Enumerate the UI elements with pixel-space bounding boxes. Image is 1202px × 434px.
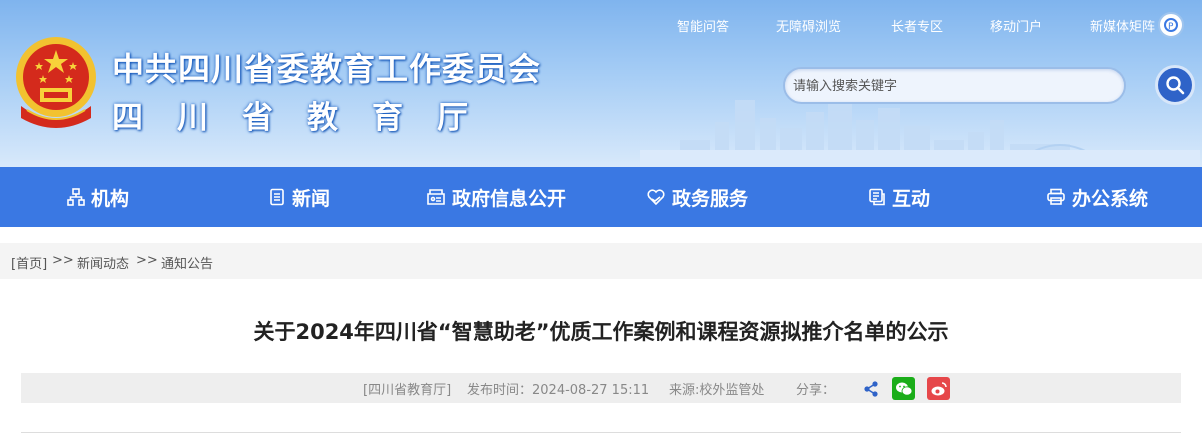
nav-item-news[interactable]: 新闻 [268, 167, 330, 227]
share-icon [863, 380, 878, 397]
weibo-icon [931, 381, 947, 395]
open-info-icon [427, 189, 445, 205]
chat-icon [869, 188, 885, 206]
news-icon [270, 188, 284, 206]
nav-item-services[interactable]: 政务服务 [646, 167, 748, 227]
breadcrumb-notice[interactable]: 通知公告 [161, 253, 213, 272]
new-media-icon[interactable]: P [1158, 12, 1184, 38]
nav-item-open-info[interactable]: 政府信息公开 [426, 167, 566, 227]
site-title: 中共四川省委教育工作委员会 [112, 50, 542, 88]
nav-item-label: 办公系统 [1072, 187, 1149, 210]
share-label: 分享： [796, 383, 836, 398]
share-button[interactable] [859, 377, 882, 400]
top-link-elderly[interactable]: 长者专区 [891, 16, 943, 35]
nav-item-label: 机构 [91, 187, 130, 210]
search-input[interactable] [793, 76, 1113, 96]
site-subtitle: 四川省教育厅 [112, 100, 502, 136]
article-publish-time: 发布时间：2024-08-27 15:11 [467, 383, 650, 398]
breadcrumb-separator: >> [52, 253, 74, 268]
article-title: 关于2024年四川省“智慧助老”优质工作案例和课程资源拟推介名单的公示 [253, 320, 949, 344]
site-header: 中共四川省委教育工作委员会 四川省教育厅 智能问答 无障碍浏览 长者专区 移动门… [0, 0, 1202, 167]
nav-item-office[interactable]: 办公系统 [1046, 167, 1148, 227]
content-divider [21, 432, 1181, 433]
breadcrumb-news[interactable]: 新闻动态 [77, 253, 129, 272]
nav-item-label: 政府信息公开 [452, 187, 567, 210]
share-wechat-button[interactable] [892, 377, 915, 400]
top-link-accessibility[interactable]: 无障碍浏览 [776, 16, 841, 35]
top-link-new-media[interactable]: 新媒体矩阵 [1090, 16, 1155, 35]
article-source: [四川省教育厅] [363, 383, 452, 398]
heart-hand-icon [647, 189, 665, 206]
nav-item-label: 互动 [892, 187, 931, 210]
nav-item-org[interactable]: 机构 [67, 167, 129, 227]
top-link-mobile[interactable]: 移动门户 [990, 16, 1042, 35]
nav-item-label: 政务服务 [672, 187, 749, 210]
national-emblem-logo [16, 37, 96, 128]
article-origin: 来源:校外监管处 [669, 383, 765, 398]
search-box [783, 67, 1126, 104]
top-links: 智能问答 无障碍浏览 长者专区 移动门户 新媒体矩阵 [0, 16, 1202, 36]
article-meta-bar: [四川省教育厅] 发布时间：2024-08-27 15:11 来源:校外监管处 … [21, 373, 1181, 403]
nav-item-label: 新闻 [292, 187, 331, 210]
svg-text:P: P [1168, 22, 1174, 32]
wechat-icon [895, 382, 912, 396]
breadcrumb-separator: >> [136, 253, 158, 268]
top-link-smart-qa[interactable]: 智能问答 [677, 16, 729, 35]
nav-item-interact[interactable]: 互动 [868, 167, 930, 227]
printer-icon [1047, 188, 1065, 205]
org-chart-icon [67, 188, 85, 206]
share-weibo-button[interactable] [927, 377, 950, 400]
breadcrumb: [首页] >> 新闻动态 >> 通知公告 [0, 243, 1202, 279]
search-icon [1166, 76, 1185, 95]
search-button[interactable] [1155, 65, 1195, 105]
breadcrumb-home[interactable]: [首页] [11, 253, 47, 272]
main-nav: 机构 新闻 政府信息公开 政务服务 互动 办公系统 [0, 167, 1202, 227]
